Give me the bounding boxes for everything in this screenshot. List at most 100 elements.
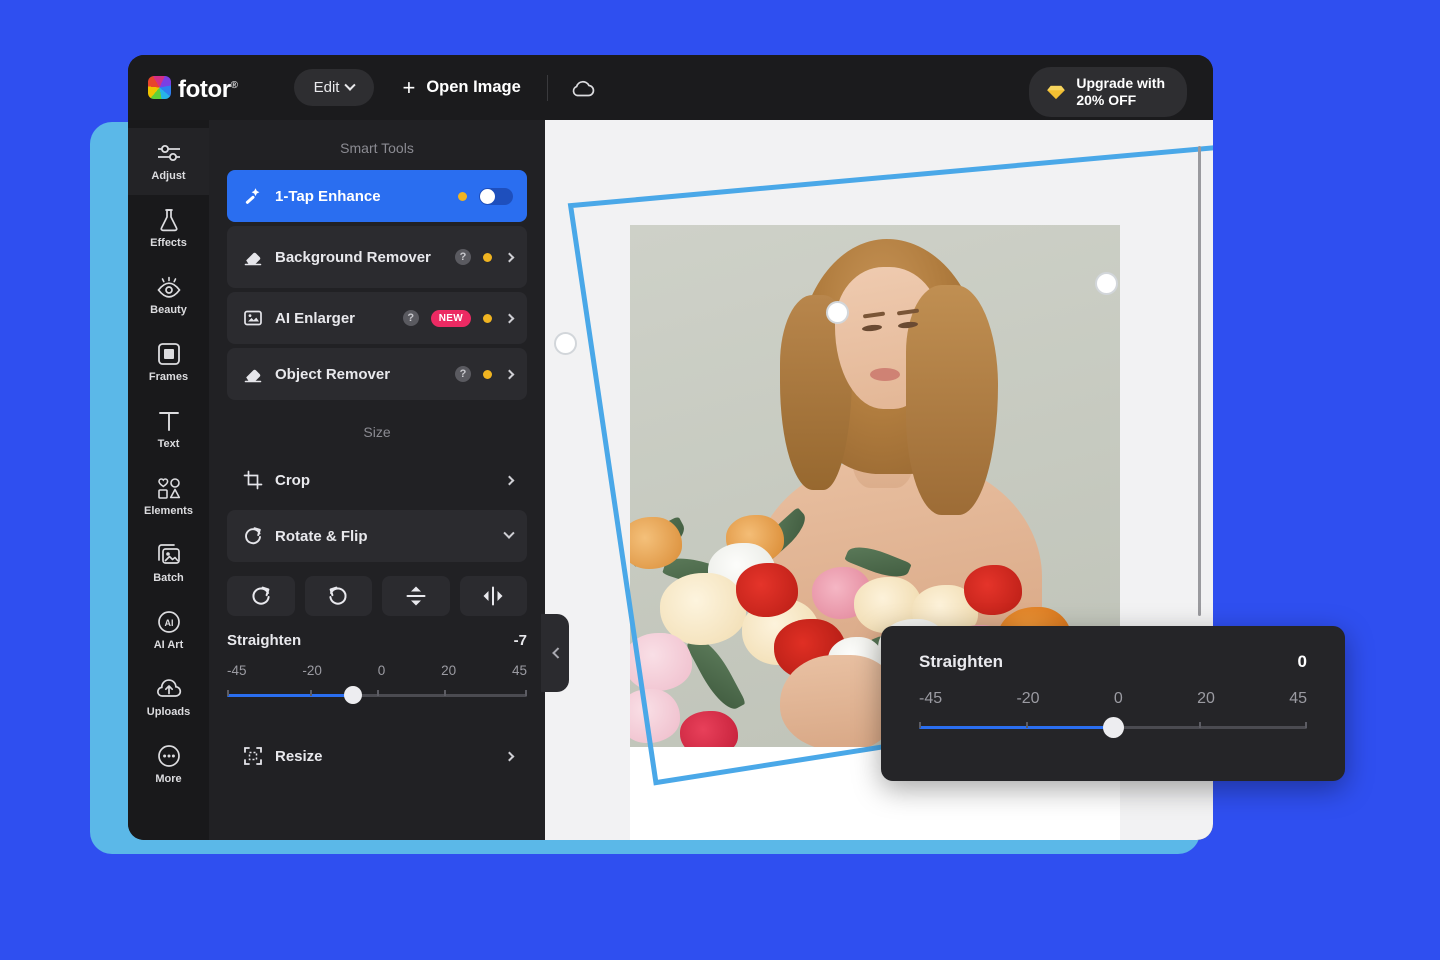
slider-handle[interactable] xyxy=(1103,717,1124,738)
fotor-logo[interactable]: fotor® xyxy=(148,73,238,103)
tool-object-remover[interactable]: Object Remover ? xyxy=(227,348,527,400)
help-icon[interactable]: ? xyxy=(455,366,471,382)
open-image-button[interactable]: + Open Image xyxy=(402,77,520,99)
sidebar-item-text[interactable]: Text xyxy=(128,396,209,463)
smart-tools-title: Smart Tools xyxy=(209,120,545,170)
sidebar-label: Effects xyxy=(150,237,187,249)
enhance-toggle[interactable] xyxy=(479,188,513,205)
eraser-icon xyxy=(243,247,263,267)
tick-label: 0 xyxy=(378,663,386,678)
upgrade-line-1: Upgrade with xyxy=(1076,75,1165,92)
upgrade-line-2: 20% OFF xyxy=(1076,92,1165,109)
cloud-icon xyxy=(570,78,596,98)
chevron-right-icon xyxy=(505,369,515,379)
flip-vertical-button[interactable] xyxy=(382,576,450,616)
selection-handle-top-center[interactable] xyxy=(826,301,849,324)
flip-horizontal-button[interactable] xyxy=(460,576,528,616)
sidebar-item-uploads[interactable]: Uploads xyxy=(128,664,209,731)
vertical-scrollbar[interactable] xyxy=(1198,146,1201,616)
sidebar-label: Elements xyxy=(144,505,193,517)
chevron-left-icon xyxy=(552,647,563,658)
slider-fill xyxy=(227,694,353,697)
tick-label: -20 xyxy=(302,663,322,678)
tick-label: 45 xyxy=(512,663,527,678)
flip-vertical-icon xyxy=(405,585,427,607)
selection-handle-top-right[interactable] xyxy=(1095,272,1118,295)
magic-wand-icon xyxy=(243,186,263,206)
resize-icon xyxy=(243,746,263,766)
chevron-down-icon xyxy=(503,528,514,539)
new-badge: NEW xyxy=(431,310,471,327)
tool-label: Background Remover xyxy=(275,247,443,268)
sidebar-label: Frames xyxy=(149,371,188,383)
sliders-icon xyxy=(156,141,182,165)
tool-label: Rotate & Flip xyxy=(275,526,493,547)
left-sidebar-rail: Adjust Effects xyxy=(128,120,209,840)
popup-straighten-label: Straighten xyxy=(919,652,1003,672)
rotate-ccw-icon xyxy=(327,585,349,607)
tick-label: 20 xyxy=(441,663,456,678)
plus-icon: + xyxy=(402,77,415,99)
more-dots-icon xyxy=(157,744,181,768)
sidebar-item-more[interactable]: More xyxy=(128,731,209,798)
logo-text: fotor® xyxy=(178,73,238,103)
pro-dot-icon xyxy=(483,253,492,262)
straighten-slider[interactable] xyxy=(227,686,527,704)
header-divider xyxy=(547,75,548,101)
rotate-cw-icon xyxy=(250,585,272,607)
tick-label: -45 xyxy=(227,663,247,678)
help-icon[interactable]: ? xyxy=(403,310,419,326)
help-icon[interactable]: ? xyxy=(455,249,471,265)
sidebar-item-effects[interactable]: Effects xyxy=(128,195,209,262)
upgrade-button[interactable]: Upgrade with 20% OFF xyxy=(1029,67,1187,117)
tick-label: 45 xyxy=(1289,690,1307,708)
chevron-right-icon xyxy=(505,313,515,323)
pro-dot-icon xyxy=(483,314,492,323)
tool-panel: Smart Tools 1-Tap Enhance xyxy=(209,120,545,840)
slider-fill xyxy=(919,726,1113,729)
straighten-popup-panel: Straighten 0 -45 -20 0 20 45 xyxy=(881,626,1345,781)
sidebar-item-frames[interactable]: Frames xyxy=(128,329,209,396)
ai-circle-icon: AI xyxy=(157,610,181,634)
chevron-right-icon xyxy=(505,751,515,761)
tool-1-tap-enhance[interactable]: 1-Tap Enhance xyxy=(227,170,527,222)
fotor-color-wheel-icon xyxy=(148,76,171,99)
tool-rotate-flip[interactable]: Rotate & Flip xyxy=(227,510,527,562)
chevron-right-icon xyxy=(505,475,515,485)
tick-label: -20 xyxy=(1016,690,1039,708)
tool-resize[interactable]: Resize xyxy=(227,730,527,782)
pro-dot-icon xyxy=(483,370,492,379)
slider-handle[interactable] xyxy=(344,686,362,704)
tool-crop[interactable]: Crop xyxy=(227,454,527,506)
cloud-save-button[interactable] xyxy=(570,78,596,98)
sidebar-label: Text xyxy=(158,438,180,450)
selection-handle-top-left[interactable] xyxy=(554,332,577,355)
sidebar-item-elements[interactable]: Elements xyxy=(128,463,209,530)
sidebar-label: More xyxy=(155,773,181,785)
svg-text:AI: AI xyxy=(164,618,173,628)
chevron-right-icon xyxy=(505,252,515,262)
sidebar-item-adjust[interactable]: Adjust xyxy=(128,128,209,195)
size-title: Size xyxy=(209,404,545,454)
tool-label: Resize xyxy=(275,746,492,767)
sidebar-label: Beauty xyxy=(150,304,187,316)
upgrade-label: Upgrade with 20% OFF xyxy=(1076,75,1165,109)
tool-background-remover[interactable]: Background Remover ? xyxy=(227,226,527,288)
panel-collapse-button[interactable] xyxy=(541,614,569,692)
text-t-icon xyxy=(157,409,181,433)
batch-icon xyxy=(156,543,182,567)
tool-label: AI Enlarger xyxy=(275,308,391,329)
rotate-left-button[interactable] xyxy=(305,576,373,616)
tool-label: Object Remover xyxy=(275,364,443,385)
sidebar-item-batch[interactable]: Batch xyxy=(128,530,209,597)
straighten-value: -7 xyxy=(514,632,527,649)
edit-dropdown-button[interactable]: Edit xyxy=(294,69,375,106)
rotate-right-button[interactable] xyxy=(227,576,295,616)
popup-straighten-slider[interactable] xyxy=(919,718,1307,738)
sidebar-item-ai-art[interactable]: AI AI Art xyxy=(128,597,209,664)
popup-straighten-ticks: -45 -20 0 20 45 xyxy=(919,690,1307,708)
tool-ai-enlarger[interactable]: AI Enlarger ? NEW xyxy=(227,292,527,344)
tool-label: 1-Tap Enhance xyxy=(275,186,446,207)
flask-icon xyxy=(158,208,180,232)
sidebar-item-beauty[interactable]: Beauty xyxy=(128,262,209,329)
